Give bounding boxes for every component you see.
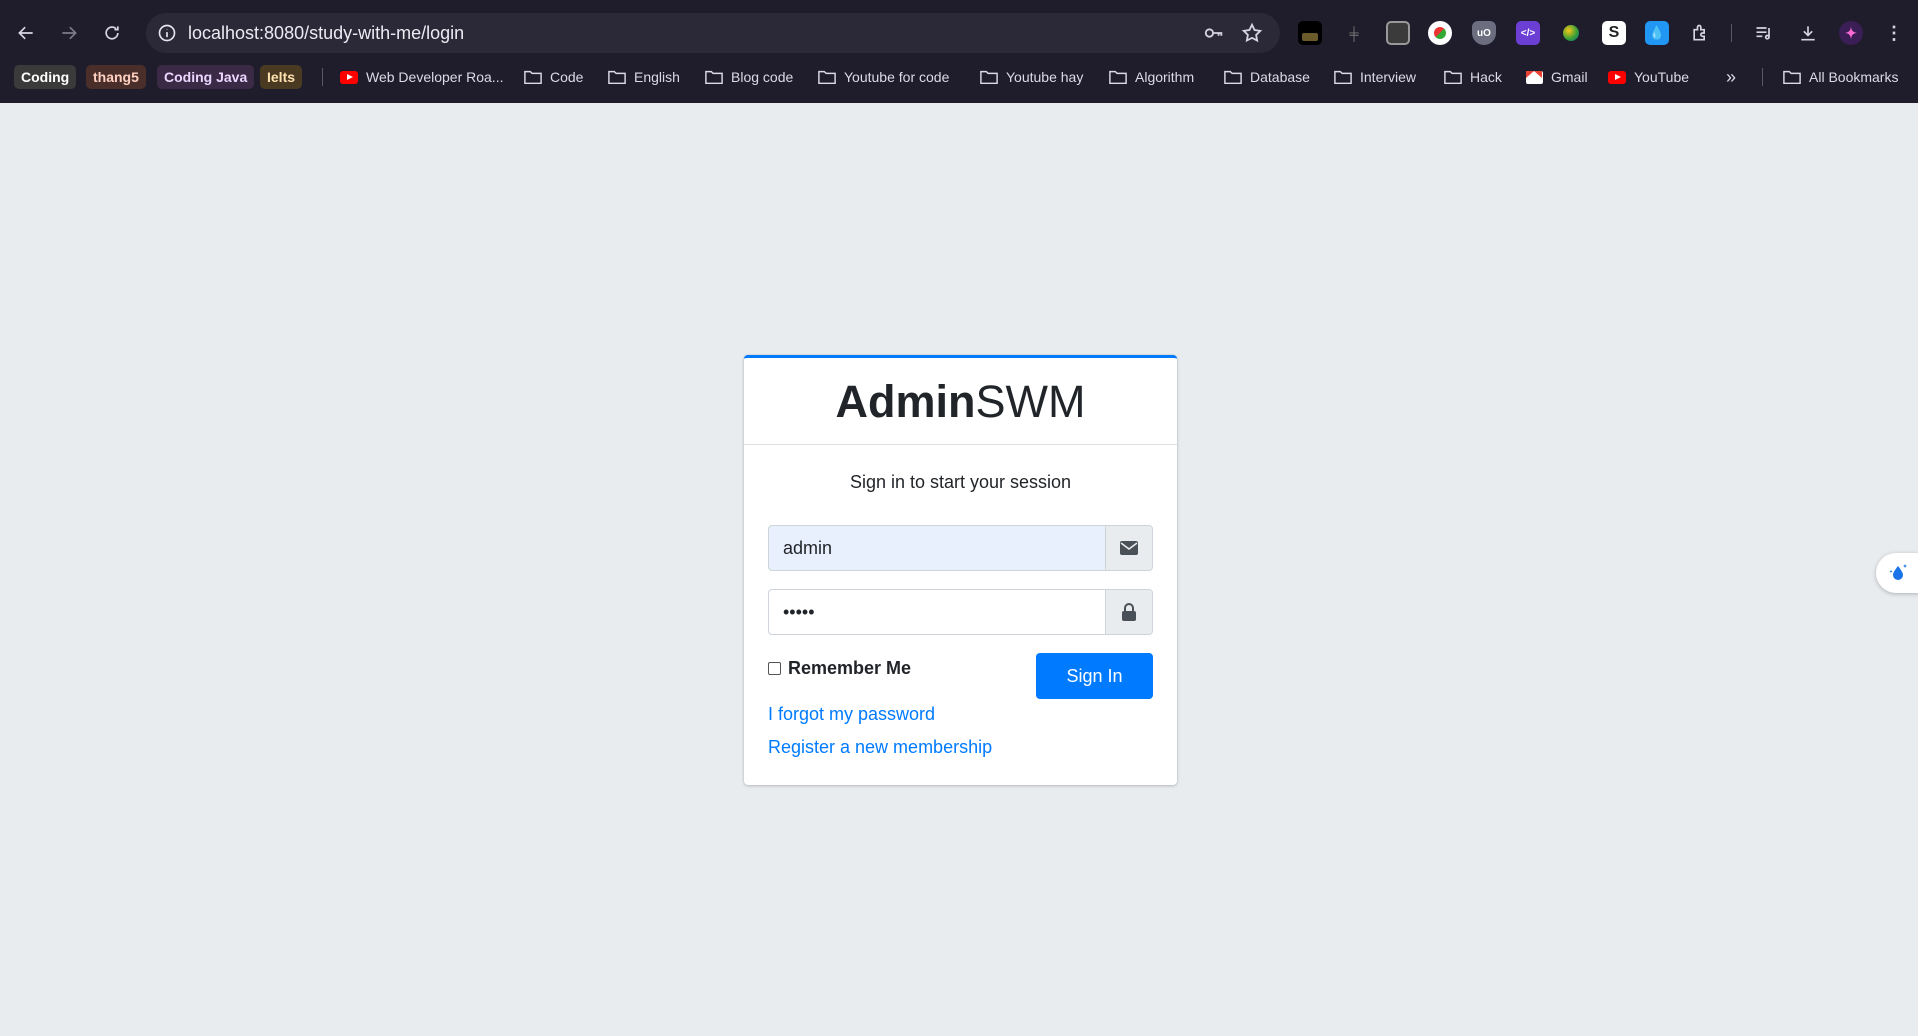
address-bar[interactable]: localhost:8080/study-with-me/login — [146, 13, 1280, 53]
extension-panel-icon[interactable] — [1386, 21, 1410, 45]
remember-me-label: Remember Me — [788, 658, 912, 678]
arrow-right-icon — [62, 26, 77, 40]
bookmark-folder-youtube-hay[interactable]: Youtube hay — [980, 65, 1083, 89]
folder-icon — [608, 70, 626, 85]
remember-me-checkbox[interactable] — [768, 662, 781, 675]
login-box-message: Sign in to start your session — [849, 472, 1072, 492]
reload-button[interactable] — [96, 17, 128, 49]
folder-icon — [818, 70, 836, 85]
envelope-icon — [1105, 526, 1152, 570]
extension-gray-icon[interactable]: ╪ — [1342, 21, 1366, 45]
folder-icon — [524, 70, 542, 85]
folder-icon — [1783, 70, 1801, 85]
bookmark-star-icon[interactable] — [1240, 21, 1264, 45]
forgot-password-link[interactable]: I forgot my password — [768, 704, 935, 725]
extension-dark-icon[interactable] — [1298, 21, 1322, 45]
bookmark-tag-ielts[interactable]: Ielts — [260, 65, 303, 89]
login-logo[interactable]: AdminSWM — [744, 358, 1177, 445]
gmail-icon — [1526, 70, 1543, 84]
folder-icon — [1334, 70, 1352, 85]
browser-chrome: localhost:8080/study-with-me/login ╪ uO … — [0, 0, 1918, 103]
bookmarks-separator — [1762, 68, 1763, 86]
password-input-group: ••••• — [768, 589, 1153, 635]
folder-icon — [705, 70, 723, 85]
email-field[interactable]: admin — [769, 526, 1105, 570]
login-card: AdminSWM Sign in to start your session a… — [744, 355, 1177, 785]
email-input-group: admin — [768, 525, 1153, 571]
remember-me[interactable]: Remember Me — [768, 658, 911, 679]
folder-icon — [980, 70, 998, 85]
devtools-extension-icon[interactable]: </> — [1516, 21, 1540, 45]
bookmark-folder-youtube-for-code[interactable]: Youtube for code — [818, 65, 949, 89]
arrow-left-icon — [18, 26, 33, 40]
media-queue-icon[interactable] — [1752, 21, 1776, 45]
bookmark-folder-blog-code[interactable]: Blog code — [705, 65, 793, 89]
password-field[interactable]: ••••• — [769, 590, 1105, 634]
youtube-icon — [340, 70, 358, 84]
site-info-icon[interactable] — [156, 22, 178, 44]
youtube-icon — [1608, 70, 1626, 84]
bookmark-all-bookmarks[interactable]: All Bookmarks — [1783, 65, 1898, 89]
bookmark-tag-coding-java[interactable]: Coding Java — [157, 65, 255, 89]
bookmark-folder-interview[interactable]: Interview — [1334, 65, 1416, 89]
lock-icon — [1105, 590, 1152, 634]
bookmarks-overflow-chevron-icon[interactable]: » — [1726, 65, 1736, 89]
bookmarks-bar: Coding thang5 Coding Java Ielts Web Deve… — [0, 62, 1918, 94]
bookmark-web-developer[interactable]: Web Developer Roa... — [340, 65, 503, 89]
bookmark-folder-english[interactable]: English — [608, 65, 680, 89]
folder-icon — [1224, 70, 1242, 85]
bookmarks-separator — [322, 68, 323, 86]
floating-sparkle-drop-icon[interactable] — [1876, 553, 1918, 593]
sign-in-button[interactable]: Sign In — [1036, 653, 1153, 699]
extension-globe-icon[interactable] — [1559, 21, 1583, 45]
bookmark-youtube[interactable]: YouTube — [1608, 65, 1689, 89]
extension-circle-icon[interactable] — [1428, 21, 1452, 45]
toolbar-separator — [1731, 24, 1732, 42]
extension-s-icon[interactable]: S — [1602, 21, 1626, 45]
taskbar-edge — [0, 1028, 1918, 1036]
folder-icon — [1444, 70, 1462, 85]
download-icon[interactable] — [1796, 21, 1820, 45]
brand-bold: Admin — [835, 376, 976, 427]
browser-toolbar: localhost:8080/study-with-me/login ╪ uO … — [0, 12, 1918, 54]
bookmark-folder-database[interactable]: Database — [1224, 65, 1310, 89]
bookmark-tag-thang5[interactable]: thang5 — [86, 65, 146, 89]
bookmark-folder-algorithm[interactable]: Algorithm — [1109, 65, 1194, 89]
ublock-icon[interactable]: uO — [1472, 21, 1496, 45]
menu-kebab-icon[interactable]: ⋮ — [1882, 21, 1906, 45]
folder-icon — [1109, 70, 1127, 85]
bookmark-folder-hack[interactable]: Hack — [1444, 65, 1502, 89]
reload-icon — [105, 26, 119, 40]
bookmark-folder-code[interactable]: Code — [524, 65, 583, 89]
bookmark-gmail[interactable]: Gmail — [1526, 65, 1588, 89]
profile-avatar[interactable]: ✦ — [1839, 21, 1863, 45]
url-text[interactable]: localhost:8080/study-with-me/login — [188, 23, 464, 44]
brand-light: SWM — [975, 376, 1086, 427]
extension-drop-icon[interactable]: 💧 — [1645, 21, 1669, 45]
back-button[interactable] — [10, 17, 42, 49]
login-card-body: Sign in to start your session — [744, 472, 1177, 493]
password-key-icon[interactable] — [1202, 21, 1226, 45]
forward-button[interactable] — [53, 17, 85, 49]
extensions-puzzle-icon[interactable] — [1688, 21, 1712, 45]
bookmark-tag-coding[interactable]: Coding — [14, 65, 77, 89]
register-membership-link[interactable]: Register a new membership — [768, 737, 992, 758]
